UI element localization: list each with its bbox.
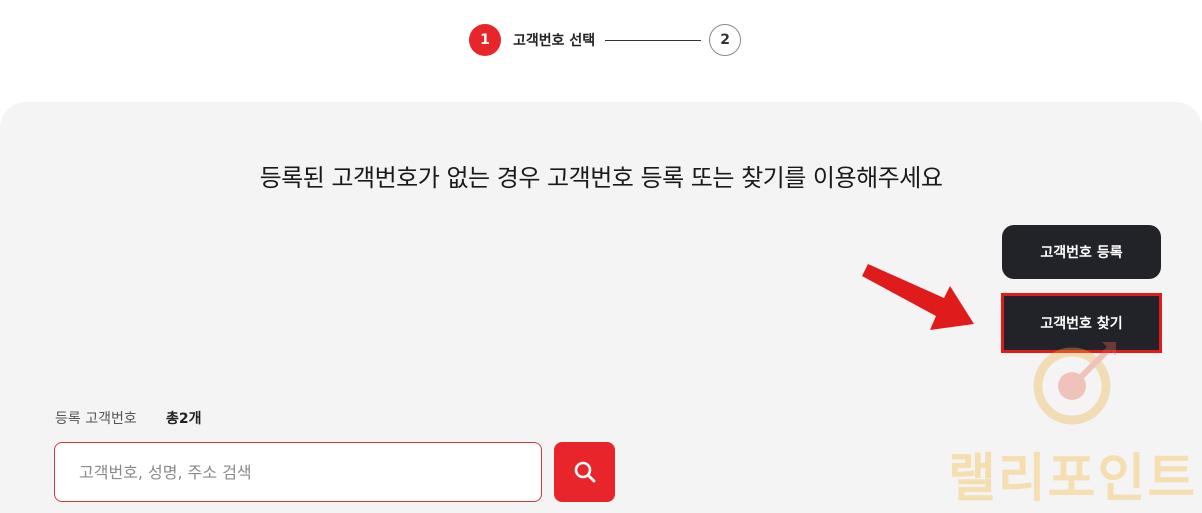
search-input[interactable]: [54, 442, 542, 502]
red-arrow-icon: [862, 264, 974, 330]
watermark-text: 랠리포인트: [948, 449, 1198, 509]
target-logo-icon: [1033, 342, 1116, 425]
step-connector-line: [605, 39, 702, 41]
step-1-indicator: 1: [469, 24, 501, 56]
stepper: 1 고객번호 선택 2: [469, 23, 742, 57]
registered-count: 총2개: [166, 411, 202, 427]
page-headline: 등록된 고객번호가 없는 경우 고객번호 등록 또는 찾기를 이용해주세요: [259, 164, 943, 192]
registered-label: 등록 고객번호: [55, 411, 137, 427]
page: 1 고객번호 선택 2 등록된 고객번호가 없는 경우 고객번호 등록 또는 찾…: [0, 0, 1202, 513]
search-button[interactable]: [554, 442, 615, 502]
step-1-label: 고객번호 선택: [513, 33, 596, 49]
step-2-indicator: 2: [709, 24, 742, 56]
search-icon: [574, 461, 595, 483]
register-customer-number-button[interactable]: 고객번호 등록: [1002, 225, 1161, 279]
